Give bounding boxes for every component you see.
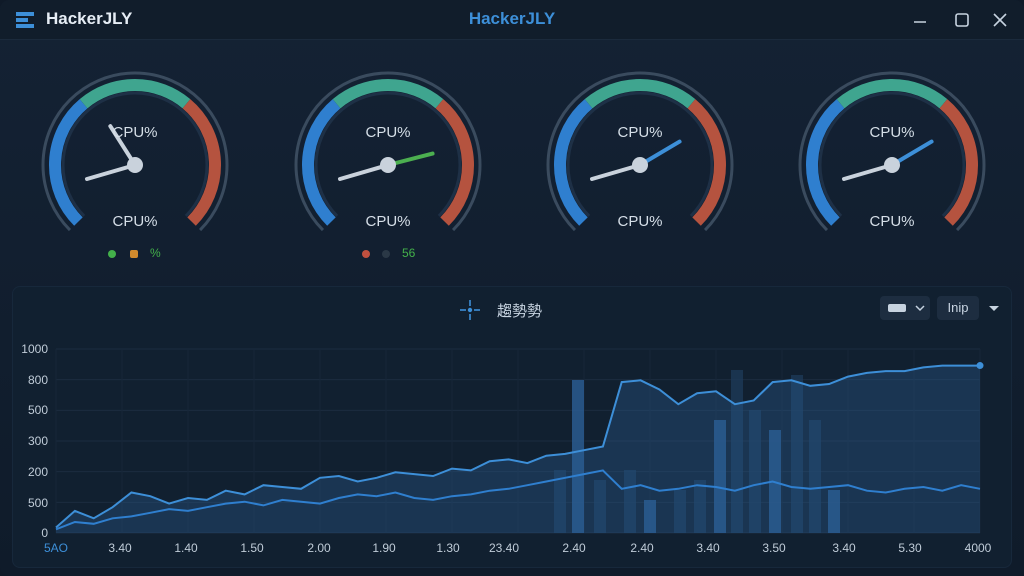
- series-end-point: [976, 362, 984, 370]
- trend-chart: [55, 348, 984, 534]
- app-window: HackerJLY HackerJLY CPU% CPU% CPU% CPU% …: [0, 0, 1024, 576]
